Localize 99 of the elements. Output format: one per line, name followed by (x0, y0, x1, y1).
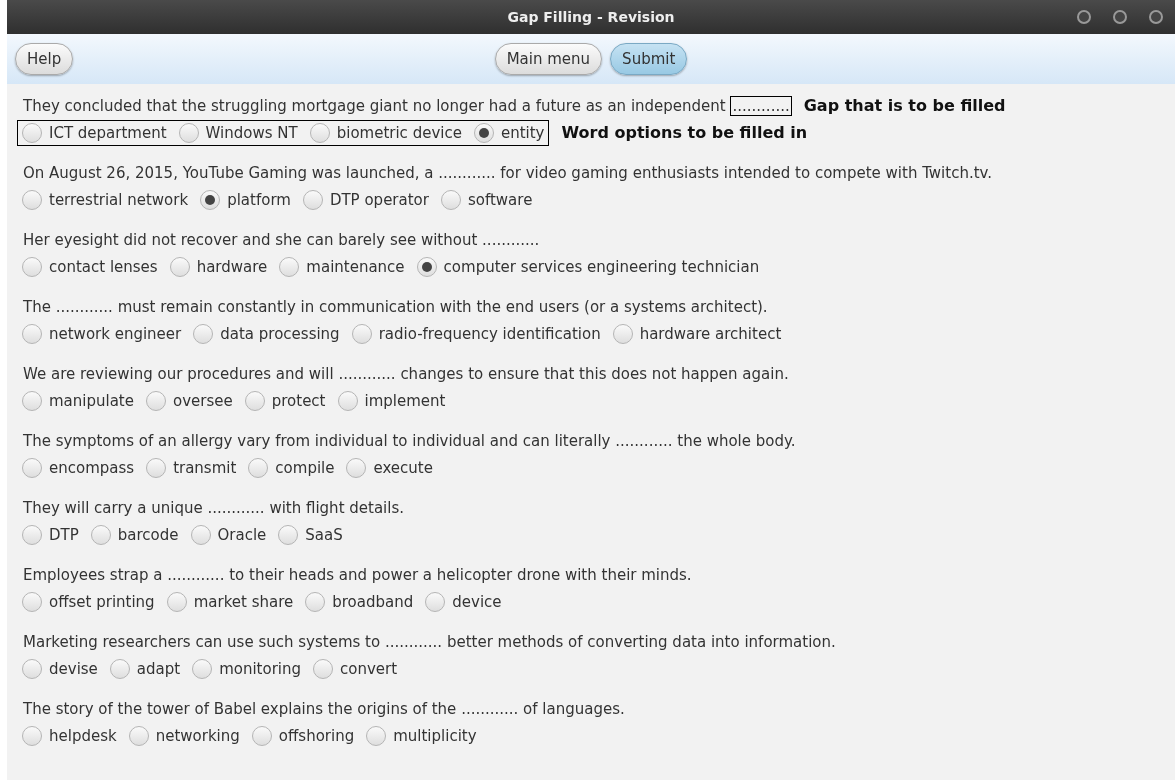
window-control-icon[interactable] (1113, 10, 1127, 24)
option-label[interactable]: software (467, 190, 533, 209)
option-label[interactable]: protect (271, 391, 326, 410)
radio-button[interactable] (178, 122, 199, 143)
option-label[interactable]: SaaS (305, 525, 343, 544)
radio-button[interactable] (251, 725, 272, 746)
option-label[interactable]: hardware architect (639, 324, 782, 343)
option-label[interactable]: entity (500, 123, 545, 142)
option-label[interactable]: helpdesk (49, 726, 117, 745)
option-label[interactable]: terrestrial network (49, 190, 189, 209)
question-sentence: The story of the tower of Babel explains the origins of the ............ of languages. (22, 699, 625, 718)
option-label[interactable]: market share (193, 592, 294, 611)
option-label[interactable]: Windows NT (205, 123, 298, 142)
radio-button[interactable] (313, 658, 334, 679)
option-label[interactable]: encompass (49, 458, 135, 477)
radio-button[interactable] (200, 189, 221, 210)
radio-button[interactable] (190, 524, 211, 545)
option-label[interactable]: broadband (332, 592, 414, 611)
window-title: Gap Filling - Revision (507, 9, 675, 25)
option-label[interactable]: hardware (196, 257, 268, 276)
radio-button[interactable] (146, 390, 166, 411)
option-label[interactable]: oversee (173, 391, 233, 410)
option-label[interactable]: network engineer (49, 324, 182, 343)
radio-button[interactable] (416, 256, 437, 277)
radio-button[interactable] (309, 122, 330, 143)
radio-button[interactable] (22, 256, 42, 277)
option-label[interactable]: barcode (117, 525, 179, 544)
radio-button[interactable] (612, 323, 633, 344)
option-label[interactable]: transmit (173, 458, 237, 477)
window-control-icon[interactable] (1149, 10, 1163, 24)
radio-button[interactable] (22, 725, 42, 746)
radio-button[interactable] (193, 323, 214, 344)
radio-button[interactable] (305, 591, 326, 612)
option-label[interactable]: compile (275, 458, 335, 477)
toolbar-button[interactable]: Submit (610, 43, 688, 75)
radio-button[interactable] (440, 189, 461, 210)
question-sentence: Employees strap a ............ to their heads and power a helicopter drone with their minds. (22, 565, 692, 584)
option-label[interactable]: networking (155, 726, 240, 745)
question-sentence: Marketing researchers can use such systems to ............ better methods of converting data into information. (22, 632, 836, 651)
question-sentence: Her eyesight did not recover and she can barely see without ............ (22, 230, 540, 249)
option-label[interactable]: offshoring (278, 726, 355, 745)
radio-button[interactable] (146, 457, 167, 478)
question-sentence: They concluded that the struggling mortgage giant no longer had a future as an independent ............ (22, 96, 792, 115)
option-label[interactable]: biometric device (336, 123, 462, 142)
radio-button[interactable] (22, 591, 42, 612)
help-button[interactable]: Help (15, 43, 74, 75)
question-sentence: We are reviewing our procedures and will ............ changes to ensure that this does not happen again. (22, 364, 789, 383)
radio-button[interactable] (22, 189, 42, 210)
radio-button[interactable] (22, 524, 42, 545)
radio-button[interactable] (192, 658, 213, 679)
option-label[interactable]: Oracle (217, 525, 267, 544)
radio-button[interactable] (425, 591, 446, 612)
option-label[interactable]: multiplicity (393, 726, 477, 745)
option-label[interactable]: offset printing (49, 592, 155, 611)
radio-button[interactable] (248, 457, 269, 478)
question-sentence: The ............ must remain constantly in communication with the end users (or a systems architect). (22, 297, 768, 316)
radio-button[interactable] (22, 390, 42, 411)
radio-button[interactable] (366, 725, 387, 746)
annotation-label: Word options to be filled in (561, 123, 808, 142)
option-label[interactable]: adapt (136, 659, 181, 678)
option-label[interactable]: ICT department (49, 123, 167, 142)
option-label[interactable]: convert (340, 659, 398, 678)
radio-button[interactable] (278, 524, 299, 545)
window-control-icon[interactable] (1077, 10, 1091, 24)
radio-button[interactable] (169, 256, 190, 277)
radio-button[interactable] (346, 457, 367, 478)
radio-button[interactable] (279, 256, 300, 277)
option-label[interactable]: device (452, 592, 502, 611)
radio-button[interactable] (22, 122, 42, 143)
option-label[interactable]: devise (49, 659, 98, 678)
question-sentence: The symptoms of an allergy vary from individual to individual and can literally ............ the whole body. (22, 431, 796, 450)
radio-button[interactable] (22, 457, 42, 478)
option-label[interactable]: monitoring (219, 659, 302, 678)
radio-button[interactable] (22, 658, 42, 679)
option-label[interactable]: DTP operator (329, 190, 429, 209)
question-sentence: On August 26, 2015, YouTube Gaming was launched, a ............ for video gaming enthusiasts intended to compete with Twitch.tv. (22, 163, 993, 182)
option-label[interactable]: execute (373, 458, 433, 477)
radio-button[interactable] (109, 658, 130, 679)
radio-button[interactable] (90, 524, 111, 545)
annotation-label: Gap that is to be filled (803, 96, 1006, 115)
toolbar-button[interactable]: Main menu (494, 43, 603, 75)
radio-button[interactable] (473, 122, 494, 143)
radio-button[interactable] (166, 591, 187, 612)
option-label[interactable]: data processing (220, 324, 340, 343)
radio-button[interactable] (337, 390, 358, 411)
radio-button[interactable] (302, 189, 323, 210)
radio-button[interactable] (244, 390, 265, 411)
option-label[interactable]: DTP (49, 525, 79, 544)
question-sentence: They will carry a unique ............ with flight details. (22, 498, 405, 517)
option-label[interactable]: implement (364, 391, 446, 410)
option-label[interactable]: computer services engineering technician (443, 257, 760, 276)
radio-button[interactable] (351, 323, 372, 344)
option-label[interactable]: maintenance (306, 257, 405, 276)
option-label[interactable]: platform (227, 190, 291, 209)
radio-button[interactable] (22, 323, 42, 344)
option-label[interactable]: manipulate (49, 391, 134, 410)
radio-button[interactable] (128, 725, 149, 746)
option-label[interactable]: contact lenses (49, 257, 158, 276)
option-label[interactable]: radio-frequency identification (378, 324, 601, 343)
